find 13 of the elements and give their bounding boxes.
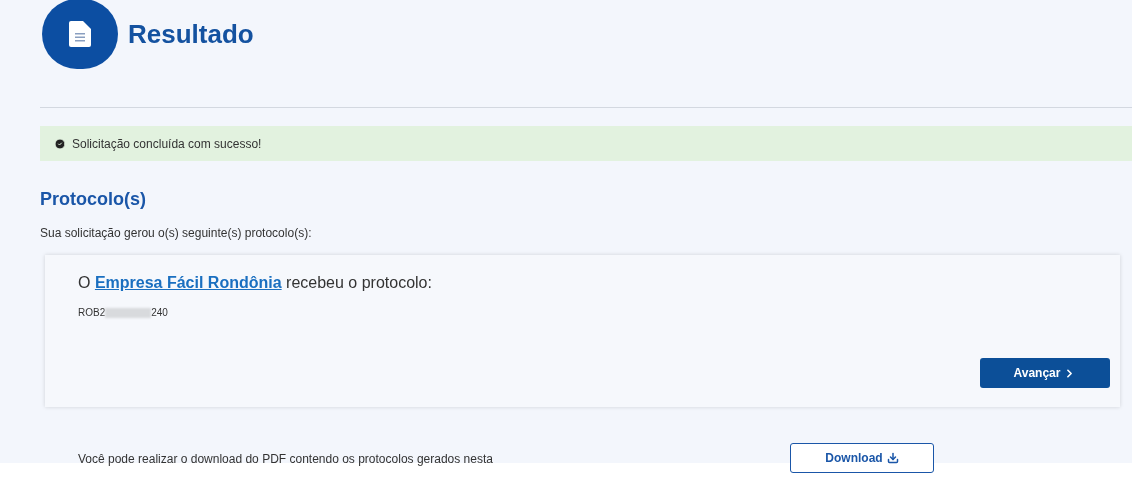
- section-title: Protocolo(s): [40, 188, 147, 211]
- organization-link[interactable]: Empresa Fácil Rondônia: [94, 274, 282, 291]
- alert-message: Solicitação concluída com sucesso!: [72, 135, 262, 153]
- advance-button[interactable]: Avançar: [980, 358, 1110, 388]
- download-icon: [886, 452, 899, 464]
- check-icon: [54, 137, 66, 150]
- protocol-number: 240: [151, 306, 168, 320]
- page-title: Resultado: [128, 17, 254, 51]
- download-text: Você pode realizar o download do PDF contendo os protocolos gerados nesta: [78, 451, 494, 468]
- section-subtitle: Sua solicitação gerou o(s) seguinte(s) protocolo(s):: [40, 225, 313, 242]
- protocol-number: ROB2: [78, 306, 106, 320]
- protocol-message: O Empresa Fácil Rondônia recebeu o protocolo:: [78, 273, 433, 293]
- download-button[interactable]: Download: [790, 443, 934, 473]
